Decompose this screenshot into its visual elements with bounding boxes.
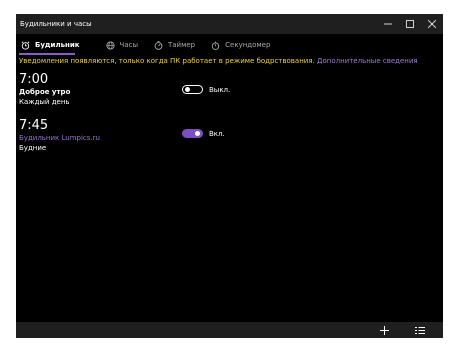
window-title: Будильники и часы: [20, 20, 92, 28]
tab-timer-label: Таймер: [167, 41, 196, 49]
alarm-clock-icon: [21, 40, 30, 50]
notice-text: Уведомления появляются, только когда ПК …: [19, 57, 315, 65]
active-tab-indicator: [19, 53, 75, 55]
tab-timer[interactable]: Таймер: [138, 34, 195, 56]
close-icon: [428, 20, 436, 28]
more-info-link[interactable]: Дополнительные сведения: [317, 57, 418, 65]
alarm-time: 7:45: [19, 118, 49, 133]
window-controls: [377, 14, 443, 34]
timer-icon: [154, 40, 163, 50]
add-alarm-button[interactable]: [374, 322, 394, 338]
tab-bar: Будильник Часы Таймер Секундомер: [16, 34, 443, 56]
alarm-days: Будние: [19, 144, 47, 152]
alarm-toggle[interactable]: Выкл.: [182, 85, 230, 94]
alarm-days: Каждый день: [19, 98, 70, 106]
app-window: Будильники и часы Будильник Часы Таймер …: [16, 14, 443, 338]
toggle-label: Вкл.: [209, 129, 225, 138]
toggle-switch-off[interactable]: [182, 85, 203, 94]
maximize-icon: [406, 20, 414, 28]
toggle-label: Выкл.: [209, 85, 231, 94]
alarm-item[interactable]: 7:45 Будильник Lumpics.ru Будние: [19, 119, 100, 153]
minimize-icon: [384, 23, 392, 25]
select-list-icon: [415, 326, 425, 334]
minimize-button[interactable]: [377, 14, 399, 34]
alarm-name: Доброе утро: [19, 88, 71, 96]
toggle-switch-on[interactable]: [182, 129, 203, 138]
tab-alarm-label: Будильник: [35, 41, 80, 49]
alarm-name: Будильник Lumpics.ru: [19, 134, 100, 142]
alarm-time: 7:00: [19, 72, 49, 87]
plus-icon: [379, 325, 389, 335]
notification-notice: Уведомления появляются, только когда ПК …: [19, 57, 418, 65]
alarm-toggle[interactable]: Вкл.: [182, 129, 225, 138]
command-bar: [16, 322, 443, 338]
stopwatch-icon: [211, 40, 220, 50]
tab-stopwatch[interactable]: Секундомер: [195, 34, 270, 56]
close-button[interactable]: [421, 14, 443, 34]
tab-clock-label: Часы: [119, 41, 138, 49]
alarm-item[interactable]: 7:00 Доброе утро Каждый день: [19, 73, 70, 107]
world-clock-icon: [105, 40, 115, 50]
tab-stopwatch-label: Секундомер: [225, 41, 271, 49]
tab-clock[interactable]: Часы: [80, 34, 138, 56]
title-bar: Будильники и часы: [16, 14, 443, 34]
maximize-button[interactable]: [399, 14, 421, 34]
select-alarms-button[interactable]: [410, 322, 430, 338]
